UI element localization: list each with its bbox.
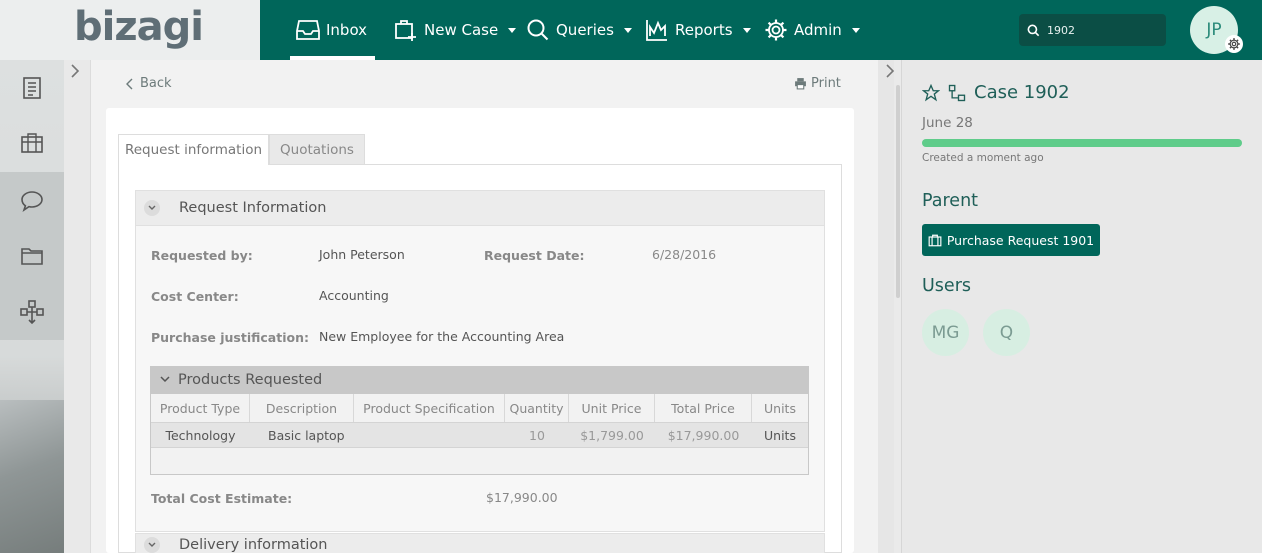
nav-queries[interactable]: Queries [526,0,632,60]
folder-icon[interactable] [20,244,44,268]
requested-by-value: John Peterson [319,247,405,262]
chevron-down-icon [144,537,160,553]
nav-reports-label: Reports [675,21,733,39]
chevron-left-icon [126,78,133,89]
chevron-down-icon [508,27,517,33]
new-case-icon [395,20,416,41]
cost-center-value: Accounting [319,288,389,303]
briefcase-icon [928,234,942,246]
column-header[interactable]: Total Price [655,394,752,422]
purchase-justification-label: Purchase justification: [151,330,309,345]
column-header[interactable]: Description [250,394,354,422]
chevron-down-icon [160,376,170,383]
column-header[interactable]: Product Type [151,394,250,422]
column-header[interactable]: Quantity [505,394,569,422]
table-cell: Technology [165,427,236,443]
nav-new-case-label: New Case [424,21,499,39]
back-link[interactable]: Back [126,76,172,91]
nav-inbox[interactable]: Inbox [296,0,367,60]
chevron-down-icon [144,200,160,216]
back-label: Back [140,76,172,91]
gear-icon [765,19,787,41]
column-header[interactable]: Units [752,394,808,422]
case-created-text: Created a moment ago [922,152,1044,164]
products-grid-title: Products Requested [178,372,323,388]
nav-reports[interactable]: Reports [645,0,751,60]
request-date-label: Request Date: [484,248,585,263]
section-header-request-information[interactable]: Request Information [135,190,825,226]
bizagi-logo[interactable]: bizagi [74,4,204,50]
inbox-icon [296,20,320,40]
user-avatar[interactable]: MG [922,309,969,356]
chevron-down-icon [742,27,751,33]
request-date-value: 6/28/2016 [652,247,717,262]
cost-center-label: Cost Center: [151,289,239,304]
table-cell: $17,990.00 [667,427,740,443]
global-search[interactable] [1019,14,1166,46]
nav-queries-label: Queries [556,21,614,39]
print-label: Print [811,76,841,91]
chevron-down-icon [623,27,632,33]
sidebar-background-image [0,400,64,553]
table-cell: $1,799.00 [580,427,644,443]
chart-icon [646,20,667,41]
case-date: June 28 [922,115,973,131]
form-left-edge [64,60,90,553]
printer-icon [795,78,806,90]
nav-new-case[interactable]: New Case [394,0,517,60]
document-icon[interactable] [20,76,44,100]
table-cell [354,423,505,447]
nav-admin-label: Admin [794,21,842,39]
briefcase-icon[interactable] [20,131,44,155]
column-header[interactable]: Unit Price [569,394,655,422]
products-grid-header[interactable]: Products Requested [150,366,809,394]
case-progress-fill [922,139,1242,147]
search-input[interactable] [1047,23,1152,37]
chevron-right-icon[interactable] [885,64,895,82]
panel-divider [901,60,902,553]
purchase-justification-value: New Employee for the Accounting Area [319,329,565,344]
settings-gear-icon[interactable] [1225,35,1243,53]
nav-inbox-label: Inbox [326,21,368,39]
print-link[interactable]: Print [794,76,841,91]
case-number: Case 1902 [974,82,1070,103]
column-header[interactable]: Product Specification [354,394,505,422]
nav-admin[interactable]: Admin [764,0,860,60]
user-avatar[interactable]: Q [983,309,1030,356]
process-map-icon[interactable] [948,84,966,102]
search-icon [1027,24,1040,36]
process-icon[interactable] [20,300,44,324]
tab-quotations[interactable]: Quotations [269,134,365,165]
table-cell: Basic laptop [268,427,345,443]
parent-heading: Parent [922,191,979,211]
case-info-panel [902,60,1262,553]
total-cost-label: Total Cost Estimate: [151,491,293,506]
parent-case-button[interactable]: Purchase Request 1901 [922,224,1100,256]
chat-icon[interactable] [20,189,44,213]
table-cell: 10 [529,427,545,443]
request-information-section [135,190,825,532]
case-progress-bar [922,139,1242,147]
users-heading: Users [922,276,972,296]
scrollbar-thumb[interactable] [896,85,900,298]
star-icon[interactable] [922,83,940,102]
case-title: Case 1902 [922,82,1070,103]
tab-request-information[interactable]: Request information [118,134,269,165]
section-title: Request Information [179,200,327,216]
total-cost-value: $17,990.00 [486,490,558,505]
section-header-delivery-information[interactable]: Delivery information [135,533,825,553]
logo-area: bizagi [0,0,260,60]
chevron-down-icon [851,27,860,33]
table-cell: Units [764,427,796,443]
parent-case-label: Purchase Request 1901 [946,232,1095,248]
requested-by-label: Requested by: [151,248,253,263]
search-icon [527,19,549,41]
chevron-right-icon[interactable] [70,64,80,82]
section-title: Delivery information [179,537,328,553]
